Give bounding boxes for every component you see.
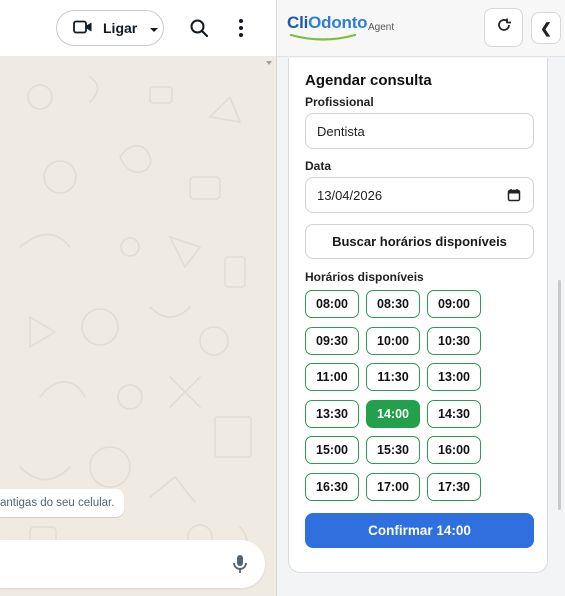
caret-down-icon — [149, 20, 159, 36]
time-slot-button[interactable]: 09:30 — [305, 326, 359, 355]
time-slot-button[interactable]: 11:00 — [305, 363, 359, 391]
time-slot-button[interactable]: 17:00 — [366, 472, 420, 501]
calendar-icon[interactable] — [507, 188, 521, 202]
date-label: Data — [305, 159, 332, 173]
chevron-left-icon: ❮ — [540, 19, 552, 36]
logo-part-cli: Cli — [287, 13, 309, 32]
professional-value: Dentista — [317, 123, 365, 139]
confirm-button[interactable]: Confirmar 14:00 — [305, 513, 534, 548]
clinic-agent-panel: CliOdonto Agent ❮ Agendar consulta Profi… — [277, 0, 565, 596]
time-slot-button[interactable]: 08:00 — [305, 290, 359, 318]
time-slot-button[interactable]: 11:30 — [366, 363, 420, 391]
refresh-button[interactable] — [484, 8, 523, 47]
chat-header: Ligar — [0, 0, 276, 57]
confirm-label: Confirmar 14:00 — [368, 523, 471, 538]
call-button[interactable]: Ligar — [56, 10, 164, 46]
time-slot-button[interactable]: 14:30 — [427, 399, 481, 428]
time-slot-button[interactable]: 15:00 — [305, 436, 359, 464]
search-icon[interactable] — [182, 11, 216, 45]
system-message-text: antigas do seu celular. — [0, 497, 115, 509]
panel-scrollbar[interactable] — [558, 280, 561, 510]
time-slot-button[interactable]: 10:30 — [427, 326, 481, 355]
message-composer[interactable] — [0, 540, 265, 588]
more-vertical-icon[interactable] — [224, 11, 258, 45]
refresh-icon — [496, 17, 512, 38]
video-camera-icon — [73, 20, 93, 37]
panel-header: CliOdonto Agent ❮ — [277, 0, 565, 57]
date-field[interactable]: 13/04/2026 — [305, 177, 534, 213]
time-slot-button[interactable]: 08:30 — [366, 290, 420, 318]
logo-swoosh — [289, 33, 357, 41]
microphone-icon[interactable] — [228, 552, 252, 576]
schedule-card: Agendar consulta Profissional Dentista D… — [288, 58, 548, 573]
time-slot-button[interactable]: 17:30 — [427, 472, 481, 501]
scroll-arrow-icon[interactable] — [266, 60, 272, 66]
time-slot-button[interactable]: 13:00 — [427, 363, 481, 391]
collapse-button[interactable]: ❮ — [531, 12, 561, 44]
search-slots-label: Buscar horários disponíveis — [332, 234, 507, 249]
call-button-label: Ligar — [103, 20, 138, 36]
card-title: Agendar consulta — [305, 72, 432, 89]
time-slot-button[interactable]: 10:00 — [366, 326, 420, 355]
time-slot-button[interactable]: 16:00 — [427, 436, 481, 464]
time-slot-button[interactable]: 09:00 — [427, 290, 481, 318]
system-message: antigas do seu celular. — [0, 489, 125, 517]
chat-pane: Ligar antigas do seu celular. — [0, 0, 276, 596]
time-slot-button[interactable]: 13:30 — [305, 399, 359, 428]
time-slot-grid: 08:00 08:30 09:00 09:30 10:00 10:30 11:00 11:30… — [305, 290, 505, 501]
professional-label: Profissional — [305, 95, 374, 109]
professional-field[interactable]: Dentista — [305, 113, 534, 149]
cliodonto-logo: CliOdonto — [287, 13, 368, 33]
search-slots-button[interactable]: Buscar horários disponíveis — [305, 224, 534, 259]
slots-label: Horários disponíveis — [305, 270, 424, 284]
time-slot-button[interactable]: 16:30 — [305, 472, 359, 501]
time-slot-button[interactable]: 14:00 — [366, 399, 420, 428]
panel-subtitle: Agent — [368, 22, 395, 33]
date-value: 13/04/2026 — [317, 187, 383, 203]
time-slot-button[interactable]: 15:30 — [366, 436, 420, 464]
logo-part-odonto: Odonto — [308, 13, 368, 32]
